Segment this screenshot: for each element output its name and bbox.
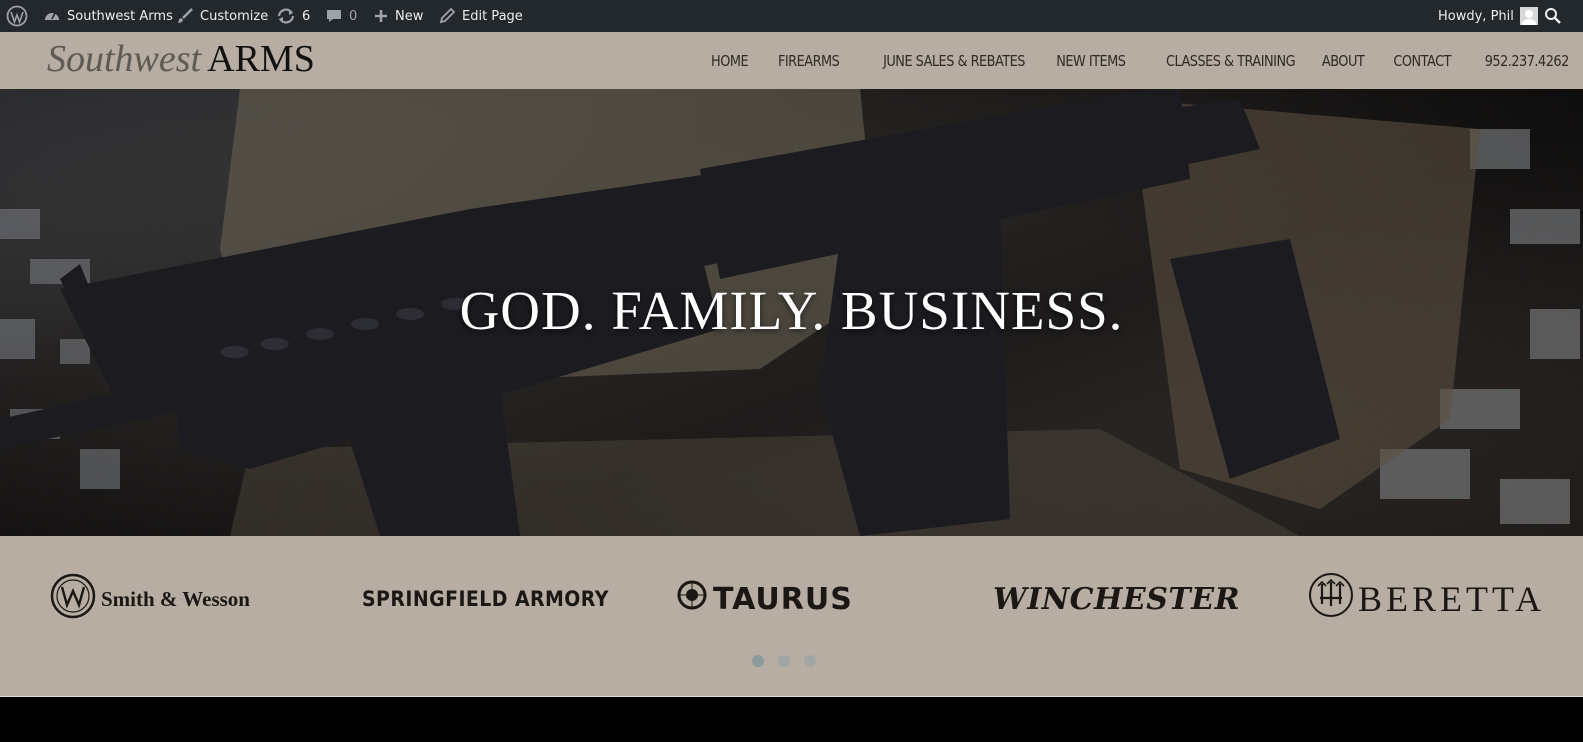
carousel-dot-1[interactable]: [752, 655, 764, 667]
wordpress-logo-icon[interactable]: [6, 0, 28, 32]
nav-item-contact[interactable]: CONTACT: [1394, 52, 1452, 70]
taurus-emblem-icon: [677, 580, 707, 618]
wp-admin-bar: Southwest Arms Customize 6 0 New Edit Pa…: [0, 0, 1583, 32]
howdy-label: Howdy, Phil: [1438, 8, 1514, 24]
main-navigation: HOME FIREARMS JUNE SALES & REBATES NEW I…: [685, 32, 1569, 89]
nav-item-about[interactable]: ABOUT: [1322, 52, 1365, 70]
nav-item-home[interactable]: HOME: [711, 52, 749, 70]
nav-item-june-sales[interactable]: JUNE SALES & REBATES: [883, 52, 1025, 70]
site-name-link[interactable]: Southwest Arms: [43, 0, 173, 32]
brand-name-beretta: BERETTA: [1358, 579, 1546, 619]
smith-wesson-emblem-icon: [50, 573, 96, 625]
user-account-menu[interactable]: Howdy, Phil: [1438, 0, 1538, 32]
site-logo[interactable]: Southwest ARMS: [47, 39, 315, 79]
logo-text-southwest: Southwest: [47, 38, 202, 80]
search-toggle[interactable]: [1544, 0, 1562, 32]
updates-link[interactable]: 6: [276, 0, 310, 32]
comments-count: 0: [349, 8, 358, 24]
customize-link[interactable]: Customize: [176, 0, 268, 32]
brand-carousel: Smith & Wesson SPRINGFIELD ARMORY TAURUS…: [0, 536, 1583, 697]
new-content-link[interactable]: New: [373, 0, 423, 32]
search-icon: [1544, 7, 1562, 25]
brand-logo-beretta[interactable]: BERETTA: [1308, 572, 1546, 622]
carousel-pagination: [752, 655, 816, 667]
carousel-dot-3[interactable]: [804, 655, 816, 667]
edit-page-label: Edit Page: [462, 8, 523, 24]
avatar: [1519, 7, 1538, 25]
nav-item-new-items[interactable]: NEW ITEMS: [1056, 52, 1126, 70]
dashboard-icon: [43, 7, 61, 25]
nav-item-firearms[interactable]: FIREARMS: [778, 52, 840, 70]
comment-bubble-icon: [325, 7, 343, 25]
comments-link[interactable]: 0: [325, 0, 357, 32]
site-header: Southwest ARMS HOME FIREARMS JUNE SALES &…: [0, 32, 1583, 89]
brand-logo-smith-wesson[interactable]: Smith & Wesson: [50, 573, 250, 625]
hero-banner: GOD. FAMILY. BUSINESS.: [0, 89, 1583, 536]
brand-name-smith-wesson: Smith & Wesson: [101, 586, 250, 611]
updates-icon: [276, 7, 296, 25]
pencil-icon: [438, 7, 456, 25]
brand-name-winchester: WINCHESTER: [993, 581, 1241, 617]
new-label: New: [395, 8, 424, 24]
brand-logo-winchester[interactable]: WINCHESTER: [993, 576, 1240, 622]
nav-item-phone[interactable]: 952.237.4262: [1485, 52, 1570, 70]
hero-headline: GOD. FAMILY. BUSINESS.: [459, 280, 1124, 341]
nav-item-classes[interactable]: CLASSES & TRAINING: [1166, 52, 1296, 70]
updates-count: 6: [302, 8, 311, 24]
brand-name-taurus: TAURUS: [713, 581, 853, 617]
beretta-trident-icon: [1308, 572, 1354, 627]
site-name-label: Southwest Arms: [67, 8, 173, 24]
carousel-dot-2[interactable]: [778, 655, 790, 667]
brand-name-springfield: SPRINGFIELD ARMORY: [362, 587, 609, 611]
brush-icon: [176, 7, 194, 25]
brand-logo-springfield[interactable]: SPRINGFIELD ARMORY: [362, 576, 609, 622]
customize-label: Customize: [200, 8, 269, 24]
edit-page-link[interactable]: Edit Page: [438, 0, 523, 32]
brand-logo-taurus[interactable]: TAURUS: [677, 576, 853, 622]
logo-text-arms: ARMS: [207, 38, 315, 80]
plus-icon: [373, 8, 389, 24]
